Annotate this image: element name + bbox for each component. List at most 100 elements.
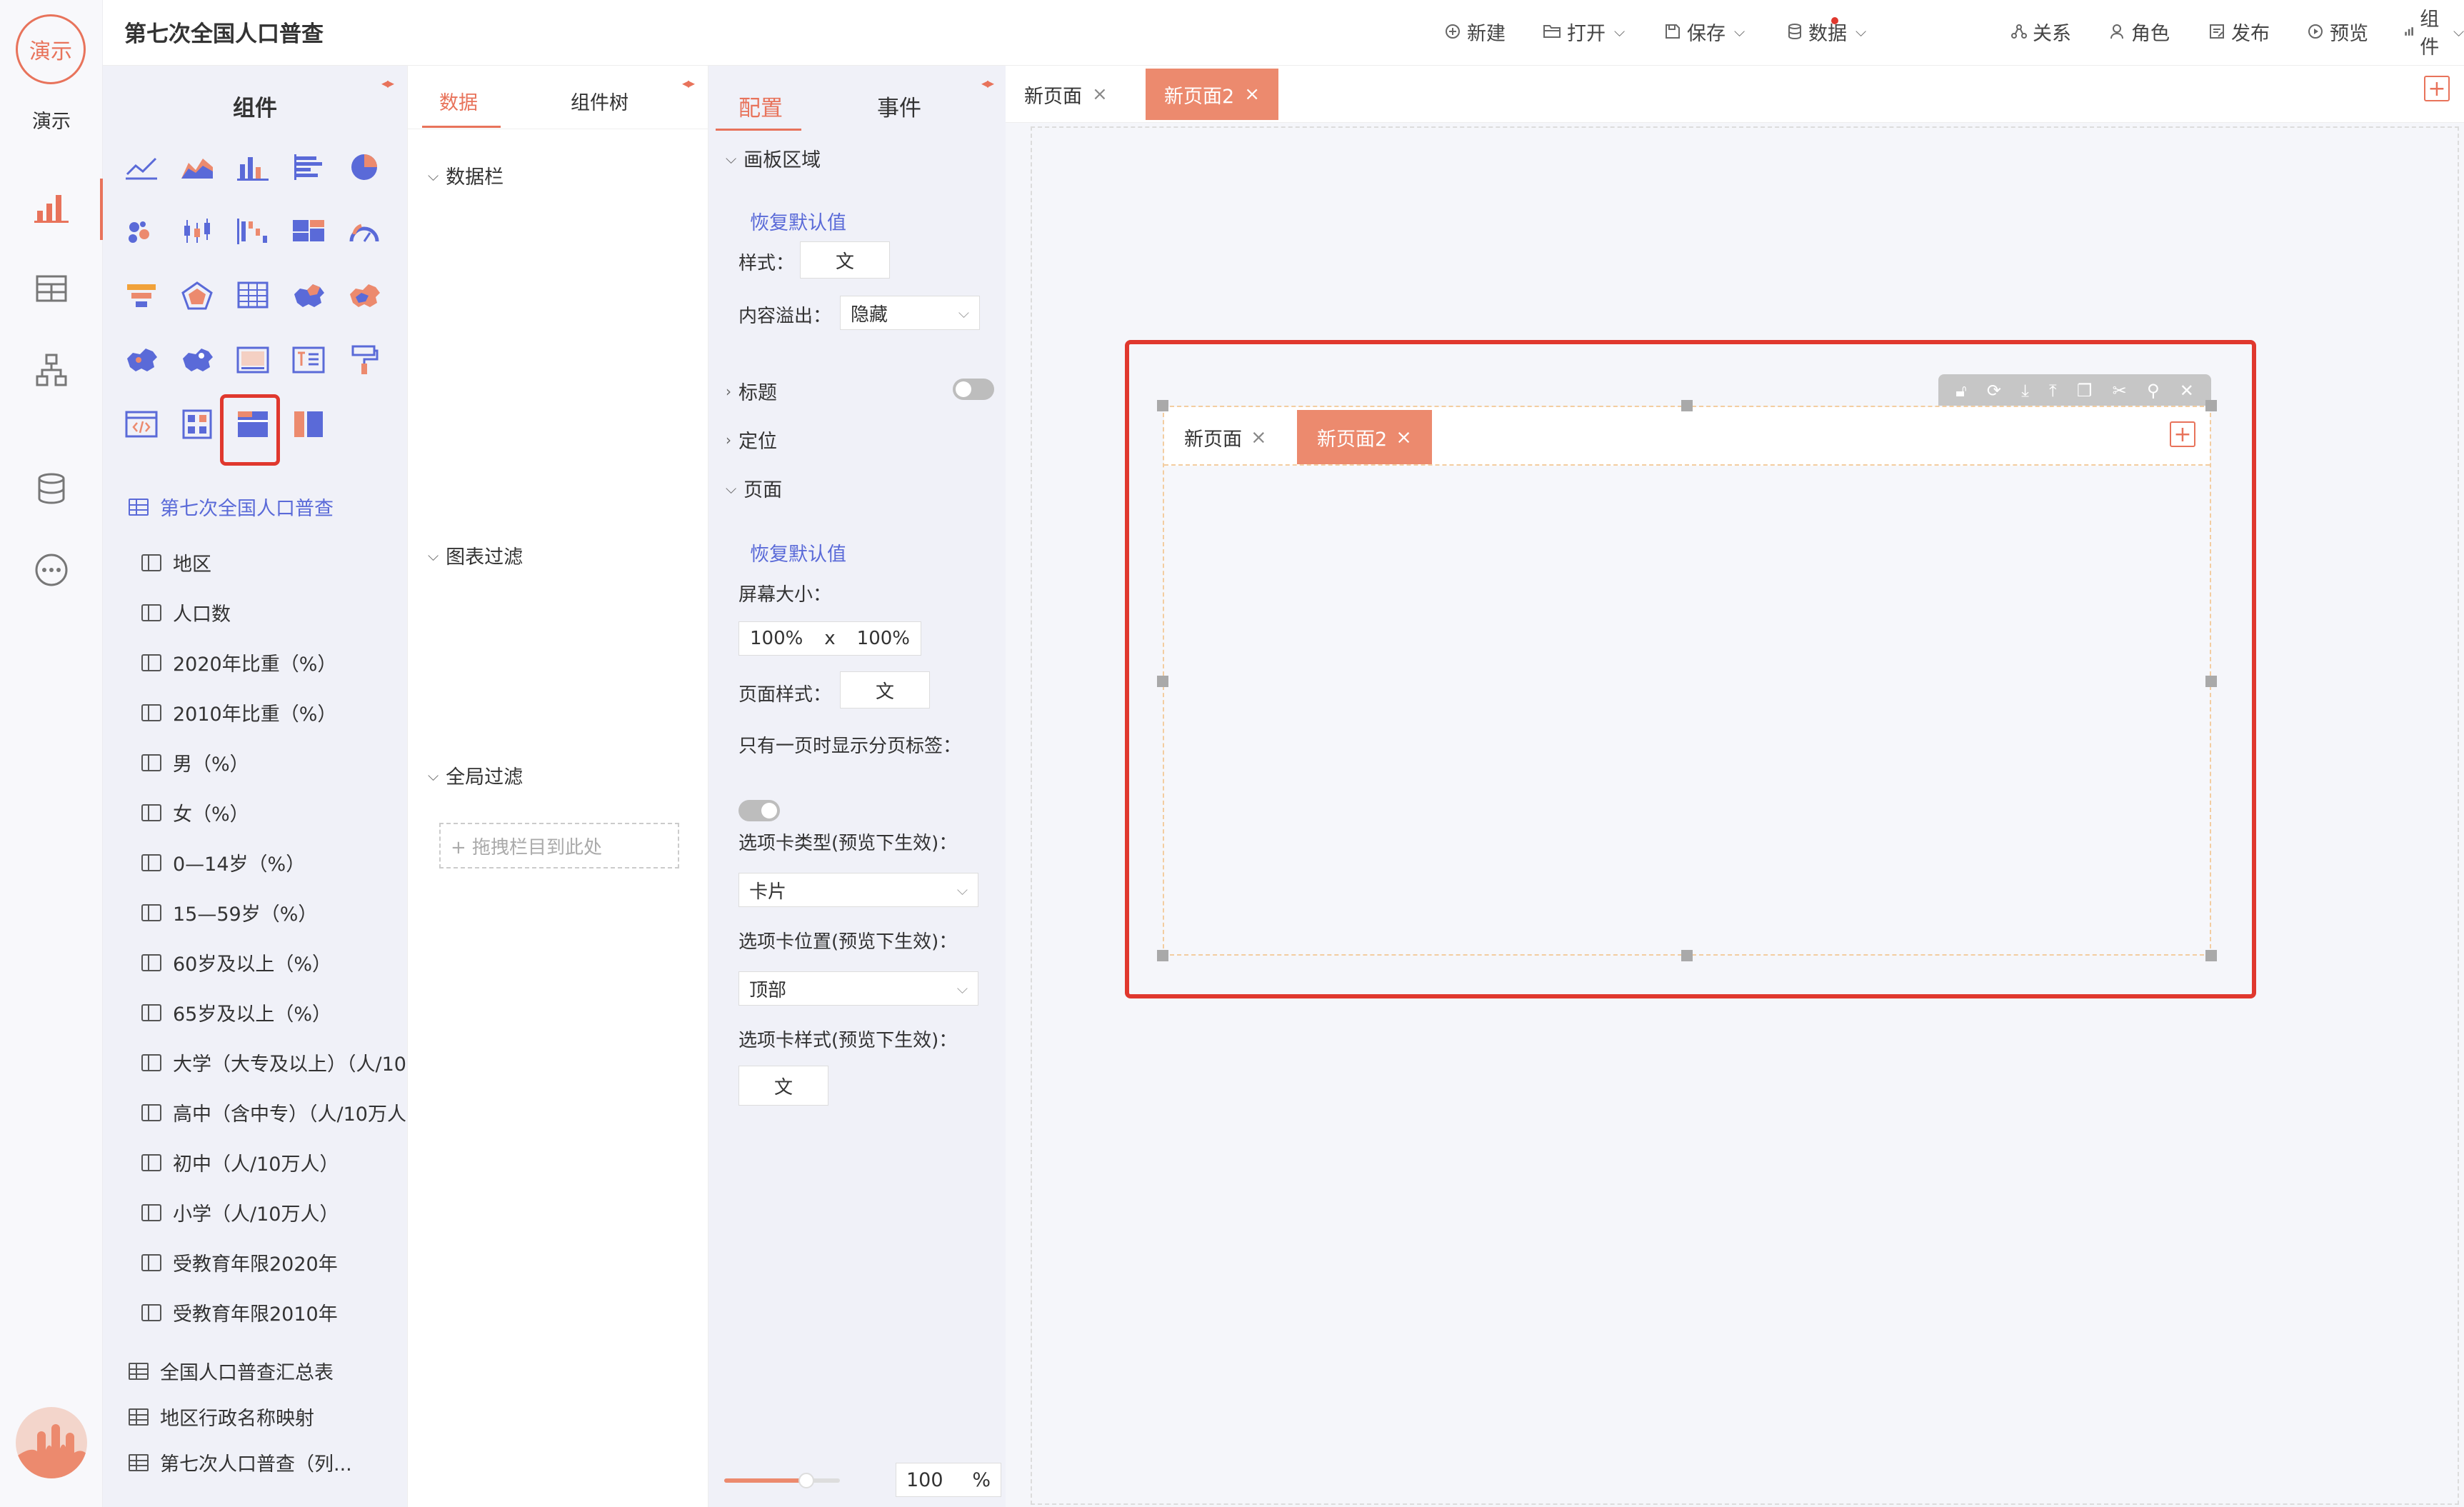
save-button[interactable]: 保存 ⌵ — [1664, 17, 1745, 46]
section-position[interactable]: › 定位 — [726, 426, 777, 454]
field-item[interactable]: 大学（大专及以上）（人/10万人） — [141, 1048, 407, 1076]
field-item[interactable]: 男（%） — [141, 749, 407, 776]
area-chart-icon[interactable] — [174, 144, 220, 190]
resize-handle[interactable] — [1681, 950, 1693, 961]
field-item[interactable]: 65岁及以上（%） — [141, 998, 407, 1026]
treemap-icon[interactable] — [286, 209, 331, 254]
tab-component-tree[interactable]: 组件树 — [571, 87, 628, 115]
preview-button[interactable]: 预览 — [2307, 17, 2368, 46]
funnel-icon[interactable] — [119, 273, 164, 319]
reset-default-link[interactable]: 恢复默认值 — [750, 207, 846, 235]
page-tab-2[interactable]: 新页面2 × — [1146, 69, 1278, 120]
table-item[interactable]: 地区行政名称映射 — [129, 1403, 394, 1431]
field-item[interactable]: 地区 — [141, 549, 407, 576]
map-china-4-icon[interactable] — [174, 337, 220, 383]
field-item[interactable]: 受教育年限2010年 — [141, 1298, 407, 1326]
dataset-title[interactable]: 第七次全国人口普查 — [129, 493, 334, 521]
close-icon[interactable]: × — [1092, 84, 1108, 105]
field-item[interactable]: 15—59岁（%） — [141, 898, 407, 926]
role-button[interactable]: 角色 — [2110, 17, 2170, 46]
bring-top-icon[interactable]: ⤒ — [2049, 381, 2057, 401]
bar-chart-icon[interactable] — [230, 144, 276, 190]
section-page[interactable]: ⌵ 页面 — [726, 474, 782, 502]
text-icon[interactable] — [286, 337, 331, 383]
close-icon[interactable]: ✕ — [2180, 381, 2194, 401]
page-tab-1[interactable]: 新页面 × — [1006, 69, 1126, 120]
overflow-select[interactable]: 隐藏 ⌵ — [840, 296, 980, 330]
table-item[interactable]: 第七次人口普查（列... — [129, 1448, 394, 1476]
user-avatar[interactable] — [16, 1407, 87, 1478]
nav-database-icon[interactable] — [31, 469, 71, 509]
field-item[interactable]: 0—14岁（%） — [141, 848, 407, 876]
close-icon[interactable]: × — [1244, 84, 1260, 105]
resize-handle[interactable] — [1157, 950, 1168, 961]
style-text-button[interactable]: 文 — [800, 241, 890, 279]
refresh-icon[interactable]: ⟳ — [1987, 381, 2001, 401]
resize-handle[interactable] — [2205, 400, 2217, 411]
open-button[interactable]: 打开 ⌵ — [1543, 17, 1625, 46]
table-item[interactable]: 全国人口普查汇总表 — [129, 1357, 394, 1385]
widget-tab-2[interactable]: 新页面2 × — [1297, 410, 1432, 464]
close-icon[interactable]: × — [1251, 426, 1267, 449]
page-style-text-button[interactable]: 文 — [840, 671, 930, 709]
iframe-icon[interactable] — [119, 401, 164, 447]
title-toggle[interactable] — [953, 379, 994, 400]
copy-icon[interactable]: ❐ — [2077, 381, 2093, 401]
tab-event[interactable]: 事件 — [877, 90, 921, 122]
pie-chart-icon[interactable] — [341, 144, 387, 190]
format-painter-icon[interactable] — [341, 337, 387, 383]
relation-button[interactable]: 关系 — [2011, 17, 2071, 46]
close-icon[interactable]: × — [1396, 426, 1412, 449]
nav-table-icon[interactable] — [31, 269, 71, 309]
resize-handle[interactable] — [2205, 676, 2217, 687]
field-item[interactable]: 2020年比重（%） — [141, 649, 407, 676]
waterfall-icon[interactable] — [230, 209, 276, 254]
tab-position-select[interactable]: 顶部 ⌵ — [738, 971, 978, 1006]
format-painter-icon[interactable]: ⚲ — [2147, 381, 2160, 401]
field-item[interactable]: 2010年比重（%） — [141, 699, 407, 726]
add-page-button[interactable]: + — [2424, 76, 2450, 101]
single-page-toggle[interactable] — [738, 800, 780, 821]
publish-button[interactable]: 发布 — [2208, 17, 2270, 46]
lock-icon[interactable]: 🔓︎ — [1955, 381, 1967, 401]
field-item[interactable]: 60岁及以上（%） — [141, 948, 407, 976]
field-item[interactable]: 小学（人/10万人） — [141, 1198, 407, 1226]
widget-tab-1[interactable]: 新页面 × — [1164, 410, 1287, 464]
line-chart-icon[interactable] — [119, 144, 164, 190]
field-drop-zone[interactable]: + 拖拽栏目到此处 — [439, 823, 679, 868]
collapse-panel-icon[interactable]: ◂▸ — [381, 74, 394, 91]
field-item[interactable]: 人口数 — [141, 599, 407, 626]
data-menu-button[interactable]: 数据 ⌵ — [1787, 17, 1866, 46]
screen-size-input[interactable]: 100% x 100% — [738, 621, 921, 656]
collapse-panel-icon[interactable]: ◂▸ — [981, 74, 994, 91]
horizontal-bar-icon[interactable] — [286, 144, 331, 190]
section-title[interactable]: › 标题 — [726, 377, 777, 405]
field-item[interactable]: 女（%） — [141, 798, 407, 826]
nav-dashboard-icon[interactable] — [31, 187, 71, 227]
tab-config[interactable]: 配置 — [738, 90, 783, 122]
grid-layout-icon[interactable] — [174, 401, 220, 447]
section-canvas-area[interactable]: ⌵ 画板区域 — [726, 144, 821, 172]
section-data-bar[interactable]: ⌵ 数据栏 — [428, 161, 504, 189]
download-icon[interactable]: ⤓ — [2021, 381, 2029, 401]
gauge-icon[interactable] — [341, 209, 387, 254]
tabs-widget[interactable]: 新页面 × 新页面2 × + — [1163, 406, 2211, 956]
section-chart-filter[interactable]: ⌵ 图表过滤 — [428, 541, 523, 569]
image-icon[interactable] — [230, 337, 276, 383]
new-button[interactable]: 新建 — [1444, 17, 1506, 46]
field-item[interactable]: 受教育年限2020年 — [141, 1248, 407, 1276]
column-layout-icon[interactable] — [286, 401, 331, 447]
nav-more-icon[interactable] — [31, 550, 71, 590]
tab-data[interactable]: 数据 — [439, 87, 478, 115]
field-item[interactable]: 高中（含中专）（人/10万人） — [141, 1098, 407, 1126]
app-logo[interactable]: 演示 — [16, 14, 86, 84]
map-china-icon[interactable] — [286, 273, 331, 319]
zoom-slider-handle[interactable] — [798, 1473, 814, 1488]
candlestick-icon[interactable] — [174, 209, 220, 254]
zoom-input[interactable]: 100 % — [896, 1463, 1001, 1497]
cut-icon[interactable]: ✂ — [2113, 381, 2127, 401]
resize-handle[interactable] — [1157, 676, 1168, 687]
map-china-3-icon[interactable] — [119, 337, 164, 383]
table-icon[interactable] — [230, 273, 276, 319]
resize-handle[interactable] — [2205, 950, 2217, 961]
